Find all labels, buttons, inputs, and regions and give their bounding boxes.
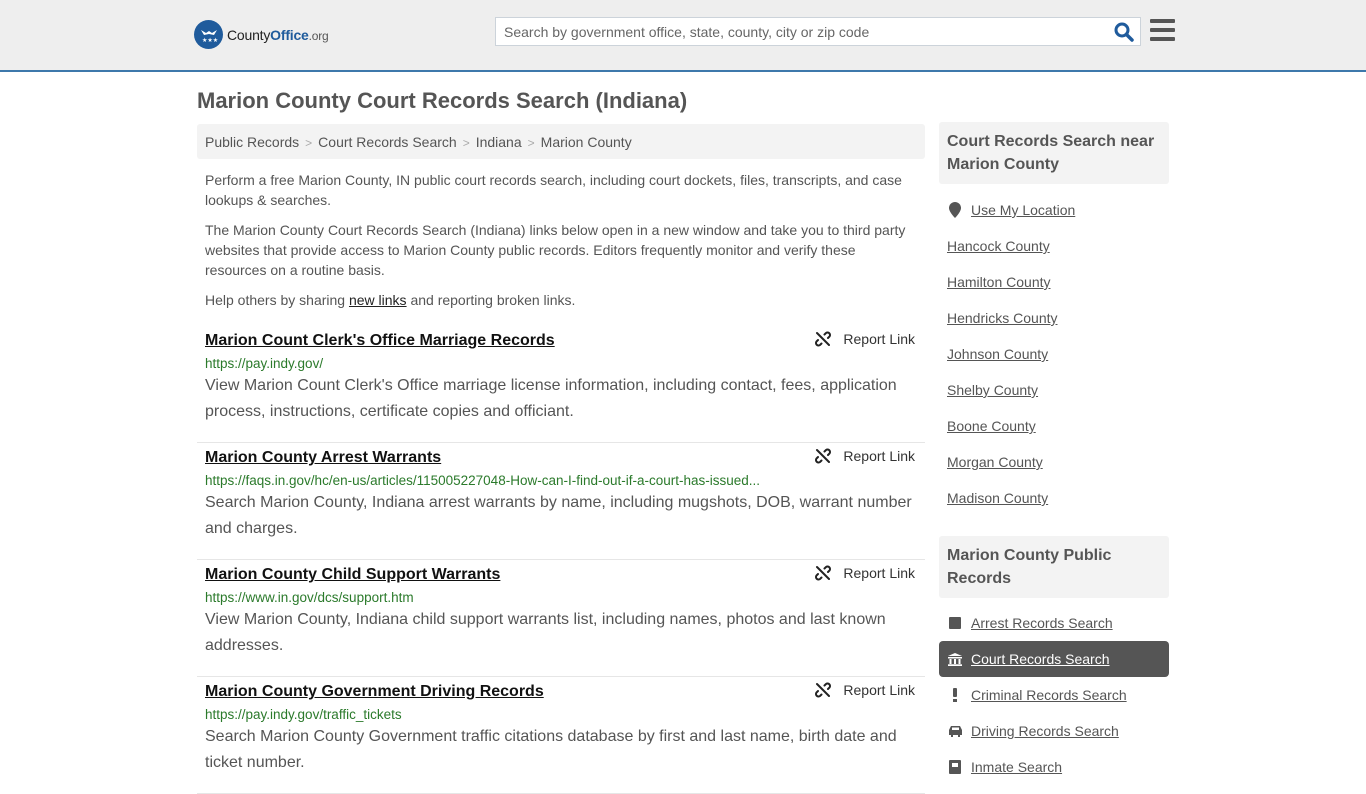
- breadcrumb-indiana[interactable]: Indiana: [476, 134, 522, 150]
- inmate-icon: [947, 760, 963, 774]
- public-records-heading: Marion County Public Records: [939, 536, 1169, 598]
- county-link-boone[interactable]: Boone County: [947, 418, 1036, 434]
- result-url: https://www.in.gov/dcs/support.htm: [205, 590, 414, 605]
- svg-text:★★★: ★★★: [202, 37, 218, 44]
- result-item: Marion County Government Driving Records…: [197, 677, 925, 794]
- result-title-link[interactable]: Marion County Child Support Warrants: [205, 566, 500, 584]
- nearby-county-item: Shelby County: [939, 372, 1169, 408]
- use-my-location-link[interactable]: Use My Location: [971, 202, 1075, 218]
- logo-text: CountyOffice.org: [227, 26, 329, 43]
- nearby-county-item: Morgan County: [939, 444, 1169, 480]
- report-link-button[interactable]: Report Link: [815, 331, 915, 347]
- result-title-link[interactable]: Marion County Government Driving Records: [205, 683, 544, 701]
- result-title-link[interactable]: Marion Count Clerk's Office Marriage Rec…: [205, 332, 555, 350]
- page-title: Marion County Court Records Search (Indi…: [197, 88, 688, 113]
- public-records-list: Arrest Records Search Court Records Sear…: [939, 605, 1169, 785]
- new-links-link[interactable]: new links: [349, 292, 407, 308]
- search-icon[interactable]: [1114, 22, 1134, 42]
- county-link-johnson[interactable]: Johnson County: [947, 346, 1048, 362]
- breadcrumb: Public Records > Court Records Search > Indi…: [197, 124, 925, 159]
- result-url: https://pay.indy.gov/traffic_tickets: [205, 707, 402, 722]
- nearby-county-item: Johnson County: [939, 336, 1169, 372]
- county-link-hendricks[interactable]: Hendricks County: [947, 310, 1058, 326]
- sidebar-item-court-records[interactable]: Court Records Search: [939, 641, 1169, 677]
- car-icon: [947, 725, 963, 737]
- breadcrumb-separator: >: [305, 136, 313, 150]
- county-link-madison[interactable]: Madison County: [947, 490, 1048, 506]
- report-link-button[interactable]: Report Link: [815, 448, 915, 464]
- nearby-county-item: Hendricks County: [939, 300, 1169, 336]
- nearby-county-item: Boone County: [939, 408, 1169, 444]
- nearby-list: Use My Location Hancock County Hamilton …: [939, 192, 1169, 516]
- nearby-heading: Court Records Search near Marion County: [939, 122, 1169, 184]
- breadcrumb-separator: >: [527, 136, 535, 150]
- exclamation-icon: [947, 688, 963, 702]
- square-icon: [947, 617, 963, 629]
- broken-link-icon: [815, 331, 832, 347]
- result-title-link[interactable]: Marion County Arrest Warrants: [205, 449, 441, 467]
- result-description: Search Marion County Government traffic …: [205, 728, 897, 771]
- result-item: Marion County Arrest Warrants Report Lin…: [197, 443, 925, 560]
- intro-text: Perform a free Marion County, IN public …: [205, 170, 920, 320]
- result-description: Search Marion County, Indiana arrest war…: [205, 494, 912, 537]
- broken-link-icon: [815, 682, 832, 698]
- report-link-button[interactable]: Report Link: [815, 682, 915, 698]
- sidebar-item-arrest-records[interactable]: Arrest Records Search: [939, 605, 1169, 641]
- breadcrumb-court-records-search[interactable]: Court Records Search: [318, 134, 457, 150]
- search-input[interactable]: [496, 18, 1096, 45]
- breadcrumb-marion-county: Marion County: [540, 134, 632, 150]
- result-url: https://pay.indy.gov/: [205, 356, 324, 371]
- report-link-button[interactable]: Report Link: [815, 565, 915, 581]
- breadcrumb-public-records[interactable]: Public Records: [205, 134, 299, 150]
- sidebar-item-driving-records[interactable]: Driving Records Search: [939, 713, 1169, 749]
- county-link-hamilton[interactable]: Hamilton County: [947, 274, 1051, 290]
- eagle-stars-badge-icon: ★★★: [194, 20, 223, 49]
- results-list: Marion Count Clerk's Office Marriage Rec…: [197, 326, 925, 794]
- intro-paragraph: Perform a free Marion County, IN public …: [205, 172, 902, 208]
- share-paragraph: Help others by sharing new links and rep…: [205, 292, 576, 308]
- hamburger-menu-icon[interactable]: [1150, 19, 1175, 41]
- county-link-morgan[interactable]: Morgan County: [947, 454, 1043, 470]
- broken-link-icon: [815, 565, 832, 581]
- result-item: Marion Count Clerk's Office Marriage Rec…: [197, 326, 925, 443]
- sidebar-item-criminal-records[interactable]: Criminal Records Search: [939, 677, 1169, 713]
- broken-link-icon: [815, 448, 832, 464]
- result-item: Marion County Child Support Warrants Rep…: [197, 560, 925, 677]
- result-description: View Marion Count Clerk's Office marriag…: [205, 377, 897, 420]
- county-link-hancock[interactable]: Hancock County: [947, 238, 1050, 254]
- courthouse-icon: [947, 652, 963, 666]
- site-header: ★★★ CountyOffice.org: [0, 0, 1366, 72]
- county-link-shelby[interactable]: Shelby County: [947, 382, 1038, 398]
- nearby-county-item: Hancock County: [939, 228, 1169, 264]
- breadcrumb-separator: >: [462, 136, 470, 150]
- logo-link[interactable]: ★★★ CountyOffice.org: [194, 20, 329, 49]
- result-url: https://faqs.in.gov/hc/en-us/articles/11…: [205, 473, 761, 488]
- result-description: View Marion County, Indiana child suppor…: [205, 611, 886, 654]
- intro-paragraph: The Marion County Court Records Search (…: [205, 222, 906, 278]
- sidebar-item-inmate-search[interactable]: Inmate Search: [939, 749, 1169, 785]
- map-marker-icon: [947, 202, 963, 218]
- nearby-county-item: Hamilton County: [939, 264, 1169, 300]
- nearby-county-item: Madison County: [939, 480, 1169, 516]
- search-box: [495, 17, 1141, 46]
- use-my-location-item: Use My Location: [939, 192, 1169, 228]
